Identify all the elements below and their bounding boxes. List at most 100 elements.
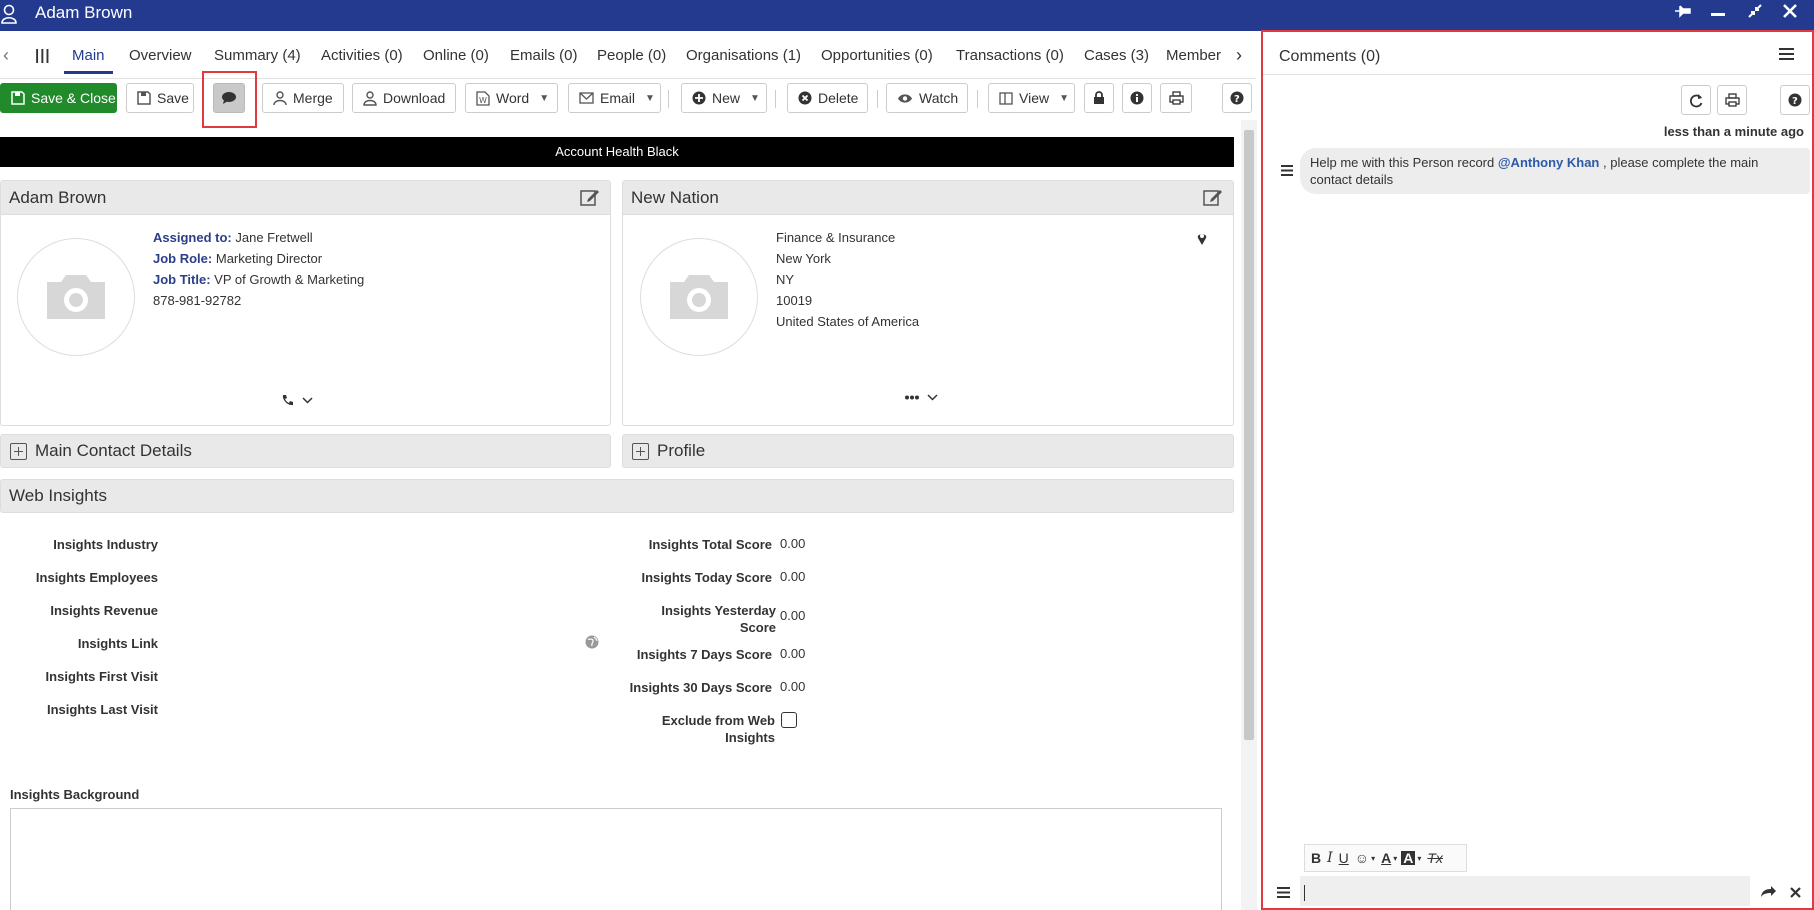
- word-button[interactable]: W Word ▼: [465, 83, 558, 113]
- person-name: Adam Brown: [9, 188, 107, 207]
- bold-button[interactable]: B: [1309, 850, 1323, 866]
- person-actions[interactable]: [281, 394, 313, 407]
- clear-formatting-button[interactable]: Tx: [1425, 850, 1445, 866]
- tab-emails[interactable]: Emails (0): [510, 47, 578, 64]
- edit-icon[interactable]: [580, 188, 600, 206]
- industry-value: Finance & Insurance: [776, 230, 896, 245]
- toolbar-divider: [977, 90, 978, 108]
- delete-button[interactable]: Delete: [787, 83, 868, 113]
- tab-online[interactable]: Online (0): [423, 47, 489, 64]
- background-color-dropdown-icon[interactable]: ▾: [1415, 854, 1423, 863]
- map-pin-icon[interactable]: [1197, 231, 1207, 246]
- chevron-down-icon: [302, 397, 313, 404]
- tab-main[interactable]: Main: [64, 47, 112, 74]
- main-scrollbar[interactable]: [1241, 120, 1257, 910]
- profile-section[interactable]: Profile: [622, 434, 1234, 468]
- chevron-down-icon: ▼: [539, 92, 550, 104]
- comment-menu-icon[interactable]: [1281, 165, 1293, 176]
- download-button[interactable]: Download: [352, 83, 456, 113]
- tabs-menu-icon[interactable]: |||: [35, 47, 51, 64]
- tab-transactions[interactable]: Transactions (0): [956, 47, 1064, 64]
- tab-summary[interactable]: Summary (4): [214, 47, 301, 64]
- new-button[interactable]: New ▼: [681, 83, 767, 113]
- tabs-left-arrow-icon[interactable]: ‹: [3, 45, 9, 66]
- svg-text:?: ?: [1792, 96, 1798, 107]
- chevron-down-icon: ▼: [645, 92, 655, 104]
- info-button[interactable]: [1122, 83, 1152, 113]
- editor-menu-icon[interactable]: [1277, 887, 1290, 898]
- exclude-from-web-insights-checkbox[interactable]: [781, 712, 797, 728]
- columns-icon: [999, 91, 1013, 105]
- help-button[interactable]: ?: [1222, 83, 1252, 113]
- save-button[interactable]: Save: [126, 83, 194, 113]
- toolbar-divider: [877, 90, 878, 108]
- insights-employees-label: Insights Employees: [35, 570, 158, 585]
- tab-cases[interactable]: Cases (3): [1084, 47, 1149, 64]
- web-insights-header: Web Insights: [0, 479, 1234, 513]
- view-button[interactable]: View ▼: [988, 83, 1075, 113]
- job-role-value: Marketing Director: [215, 251, 323, 266]
- edit-icon[interactable]: [1203, 188, 1223, 206]
- print-button[interactable]: [1160, 83, 1192, 113]
- email-button[interactable]: Email ▼: [568, 83, 661, 113]
- tab-member[interactable]: Member: [1166, 47, 1221, 64]
- insights-background-textarea[interactable]: [10, 808, 1222, 910]
- comments-header: Comments (0): [1263, 32, 1812, 75]
- insights-30-days-score-value: 0.00: [780, 679, 806, 694]
- tab-organisations[interactable]: Organisations (1): [686, 47, 801, 64]
- more-icon: [905, 395, 919, 400]
- comment-mention[interactable]: @Anthony Khan: [1498, 155, 1600, 170]
- account-health-banner: Account Health Black: [0, 137, 1234, 167]
- organisation-actions[interactable]: [905, 394, 938, 401]
- info-icon: [1130, 91, 1144, 105]
- underline-button[interactable]: U: [1337, 850, 1351, 866]
- insights-30-days-score-label: Insights 30 Days Score: [629, 680, 772, 695]
- save-close-button[interactable]: Save & Close: [0, 83, 117, 113]
- phone-icon: [282, 395, 293, 406]
- tab-opportunities[interactable]: Opportunities (0): [821, 47, 933, 64]
- tabs-right-arrow-icon[interactable]: ›: [1236, 45, 1242, 66]
- person-card: Adam Brown Assigned to: Jane Fretwell Jo…: [0, 180, 611, 426]
- refresh-button[interactable]: [1681, 85, 1711, 115]
- emoji-dropdown-icon[interactable]: ▾: [1369, 854, 1377, 863]
- tab-people[interactable]: People (0): [597, 47, 666, 64]
- job-title-value: VP of Growth & Marketing: [214, 272, 365, 287]
- comments-help-button[interactable]: ?: [1780, 85, 1810, 115]
- globe-icon[interactable]: [585, 635, 599, 649]
- tab-activities[interactable]: Activities (0): [321, 47, 403, 64]
- menu-icon[interactable]: [1779, 48, 1794, 60]
- tab-overview[interactable]: Overview: [129, 47, 192, 64]
- insights-revenue-label: Insights Revenue: [50, 603, 158, 618]
- restore-icon[interactable]: [1744, 3, 1766, 25]
- close-icon[interactable]: [1779, 3, 1801, 25]
- lock-button[interactable]: [1084, 83, 1114, 113]
- person-avatar[interactable]: [17, 238, 135, 356]
- main-scrollbar-thumb[interactable]: [1244, 130, 1254, 740]
- italic-button[interactable]: I: [1325, 850, 1335, 866]
- minimize-icon[interactable]: [1707, 3, 1729, 25]
- comments-print-button[interactable]: [1717, 85, 1747, 115]
- insights-last-visit-label: Insights Last Visit: [46, 702, 158, 717]
- svg-text:W: W: [479, 96, 487, 105]
- help-icon: ?: [1788, 93, 1802, 107]
- plus-circle-icon: [692, 91, 706, 105]
- pin-icon[interactable]: [1672, 3, 1694, 25]
- camera-icon: [670, 275, 728, 319]
- send-icon[interactable]: [1760, 885, 1777, 898]
- word-icon: W: [476, 90, 490, 106]
- cancel-icon[interactable]: [1790, 887, 1801, 898]
- window-title: Adam Brown: [35, 3, 133, 22]
- watch-button[interactable]: Watch: [886, 83, 968, 113]
- main-contact-details-section[interactable]: Main Contact Details: [0, 434, 611, 468]
- comment-input[interactable]: [1300, 876, 1750, 906]
- save-icon: [137, 91, 151, 105]
- comment-timestamp: less than a minute ago: [1663, 124, 1804, 139]
- organisation-avatar[interactable]: [640, 238, 758, 356]
- envelope-icon: [579, 92, 594, 104]
- insights-total-score-label: Insights Total Score: [648, 537, 772, 552]
- camera-icon: [47, 275, 105, 319]
- text-color-dropdown-icon[interactable]: ▾: [1391, 854, 1399, 863]
- insights-7-days-score-label: Insights 7 Days Score: [636, 647, 772, 662]
- background-color-button[interactable]: A: [1401, 851, 1416, 865]
- merge-button[interactable]: Merge: [262, 83, 344, 113]
